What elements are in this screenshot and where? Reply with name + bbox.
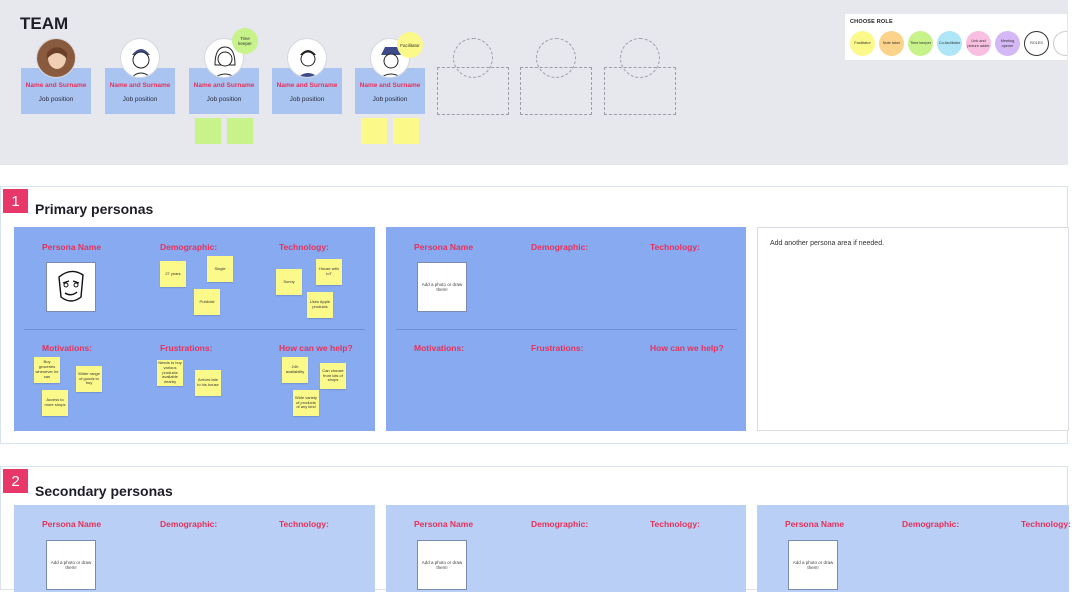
sticky-note[interactable]: Arrives late to his house xyxy=(195,370,221,396)
panel-divider xyxy=(396,329,737,330)
team-title: TEAM xyxy=(20,14,69,33)
member-name: Name and Surname xyxy=(276,82,338,89)
hand-drawn-face-icon xyxy=(58,270,84,302)
sticky-square[interactable] xyxy=(393,118,419,144)
photo-placeholder[interactable]: Add a photo or draw them! xyxy=(46,540,96,590)
demographic-header: Demographic: xyxy=(531,519,589,529)
motivations-header: Motivations: xyxy=(42,343,93,353)
panel-divider xyxy=(24,329,365,330)
sticky-note[interactable]: Can choose from lots of shops xyxy=(320,363,346,389)
motivations-header: Motivations: xyxy=(414,343,465,353)
technology-header: Technology: xyxy=(650,519,700,529)
primary-personas-section: 1 Primary personas Persona Name Demograp… xyxy=(0,186,1069,444)
role-chip[interactable]: Facilitator xyxy=(850,31,875,56)
member-position: Job position xyxy=(372,96,408,103)
role-chip[interactable]: ROLES xyxy=(1024,31,1049,56)
section-number: 1 xyxy=(3,189,28,213)
member-illustration-avatar xyxy=(287,38,327,78)
sticky-note[interactable]: Access to more shops xyxy=(42,390,68,416)
frustrations-header: Frustrations: xyxy=(160,343,213,353)
demographic-header: Demographic: xyxy=(160,242,218,252)
persona-name-header: Persona Name xyxy=(414,242,474,252)
sticky-note[interactable]: Single xyxy=(207,256,233,282)
choose-role-panel: CHOOSE ROLE Facilitator Note taker Time … xyxy=(845,14,1067,60)
secondary-persona-panel[interactable]: Persona Name Demographic: Technology: Ad… xyxy=(757,505,1071,592)
technology-header: Technology: xyxy=(650,242,700,252)
persona-drawing[interactable] xyxy=(46,262,96,312)
member-position: Job position xyxy=(38,96,74,103)
secondary-persona-panel[interactable]: Persona Name Demographic: Technology: Ad… xyxy=(386,505,746,592)
role-chip-partial[interactable] xyxy=(1053,31,1067,56)
sticky-note[interactable]: Wider range of goods to buy xyxy=(76,366,102,392)
empty-member-card-slot[interactable] xyxy=(520,67,592,115)
member-position: Job position xyxy=(122,96,158,103)
secondary-persona-panel[interactable]: Persona Name Demographic: Technology: Ad… xyxy=(14,505,375,592)
member-position: Job position xyxy=(206,96,242,103)
member-name: Name and Surname xyxy=(193,82,255,89)
sticky-square[interactable] xyxy=(227,118,253,144)
sticky-square[interactable] xyxy=(195,118,221,144)
sticky-note[interactable]: Uses Apple products xyxy=(307,292,333,318)
how-can-we-help-header: How can we help? xyxy=(279,343,353,353)
add-persona-hint: Add another persona area if needed. xyxy=(770,240,885,247)
persona-name-header: Persona Name xyxy=(42,242,102,252)
sticky-square[interactable] xyxy=(361,118,387,144)
secondary-personas-section: 2 Secondary personas Persona Name Demogr… xyxy=(0,466,1071,592)
persona-panel-empty[interactable]: Persona Name Demographic: Technology: Ad… xyxy=(386,227,746,431)
persona-name-header: Persona Name xyxy=(42,519,102,529)
member-name: Name and Surname xyxy=(25,82,87,89)
role-chip[interactable]: Note taker xyxy=(879,31,904,56)
section-title: Secondary personas xyxy=(35,483,173,499)
role-chip[interactable]: Link and picture adder xyxy=(966,31,991,56)
role-chip[interactable]: Meeting opener xyxy=(995,31,1020,56)
member-name: Name and Surname xyxy=(359,82,421,89)
member-role-tag[interactable]: Facilitator xyxy=(397,32,423,58)
section-title: Primary personas xyxy=(35,201,154,217)
empty-member-card-slot[interactable] xyxy=(604,67,676,115)
photo-placeholder[interactable]: Add a photo or draw them! xyxy=(788,540,838,590)
sticky-note[interactable]: Publicist xyxy=(194,289,220,315)
section-number: 2 xyxy=(3,469,28,493)
sticky-note[interactable]: Needs to buy various products available … xyxy=(157,360,183,386)
member-illustration-avatar xyxy=(120,38,160,78)
demographic-header: Demographic: xyxy=(160,519,218,529)
frustrations-header: Frustrations: xyxy=(531,343,584,353)
empty-member-card-slot[interactable] xyxy=(437,67,509,115)
sticky-note[interactable]: Buy groceries whenever he can xyxy=(34,357,60,383)
photo-placeholder[interactable]: Add a photo or draw them! xyxy=(417,540,467,590)
technology-header: Technology: xyxy=(279,519,329,529)
sticky-note[interactable]: House with IoT xyxy=(316,259,342,285)
role-chip[interactable]: Co-facilitator xyxy=(937,31,962,56)
technology-header: Technology: xyxy=(1021,519,1071,529)
member-position: Job position xyxy=(289,96,325,103)
sticky-note[interactable]: Wide variety of products of any kind xyxy=(293,390,319,416)
photo-placeholder[interactable]: Add a photo or draw them! xyxy=(417,262,467,312)
technology-header: Technology: xyxy=(279,242,329,252)
choose-role-title: CHOOSE ROLE xyxy=(850,19,893,25)
sticky-note[interactable]: 27 years xyxy=(160,261,186,287)
add-persona-area[interactable]: Add another persona area if needed. xyxy=(757,227,1069,431)
demographic-header: Demographic: xyxy=(902,519,960,529)
how-can-we-help-header: How can we help? xyxy=(650,343,724,353)
sticky-note[interactable]: 24h availability xyxy=(282,357,308,383)
persona-name-header: Persona Name xyxy=(785,519,845,529)
demographic-header: Demographic: xyxy=(531,242,589,252)
sticky-note[interactable]: Sonny xyxy=(276,269,302,295)
role-chip[interactable]: Time keeper xyxy=(908,31,933,56)
member-role-tag[interactable]: Time keeper xyxy=(232,28,258,54)
member-name: Name and Surname xyxy=(109,82,171,89)
persona-panel-filled[interactable]: Persona Name Demographic: Technology: 27… xyxy=(14,227,375,431)
board-canvas[interactable]: TEAM Name and Surname Job position Name … xyxy=(0,0,1072,592)
member-photo-avatar xyxy=(36,38,76,78)
persona-name-header: Persona Name xyxy=(414,519,474,529)
